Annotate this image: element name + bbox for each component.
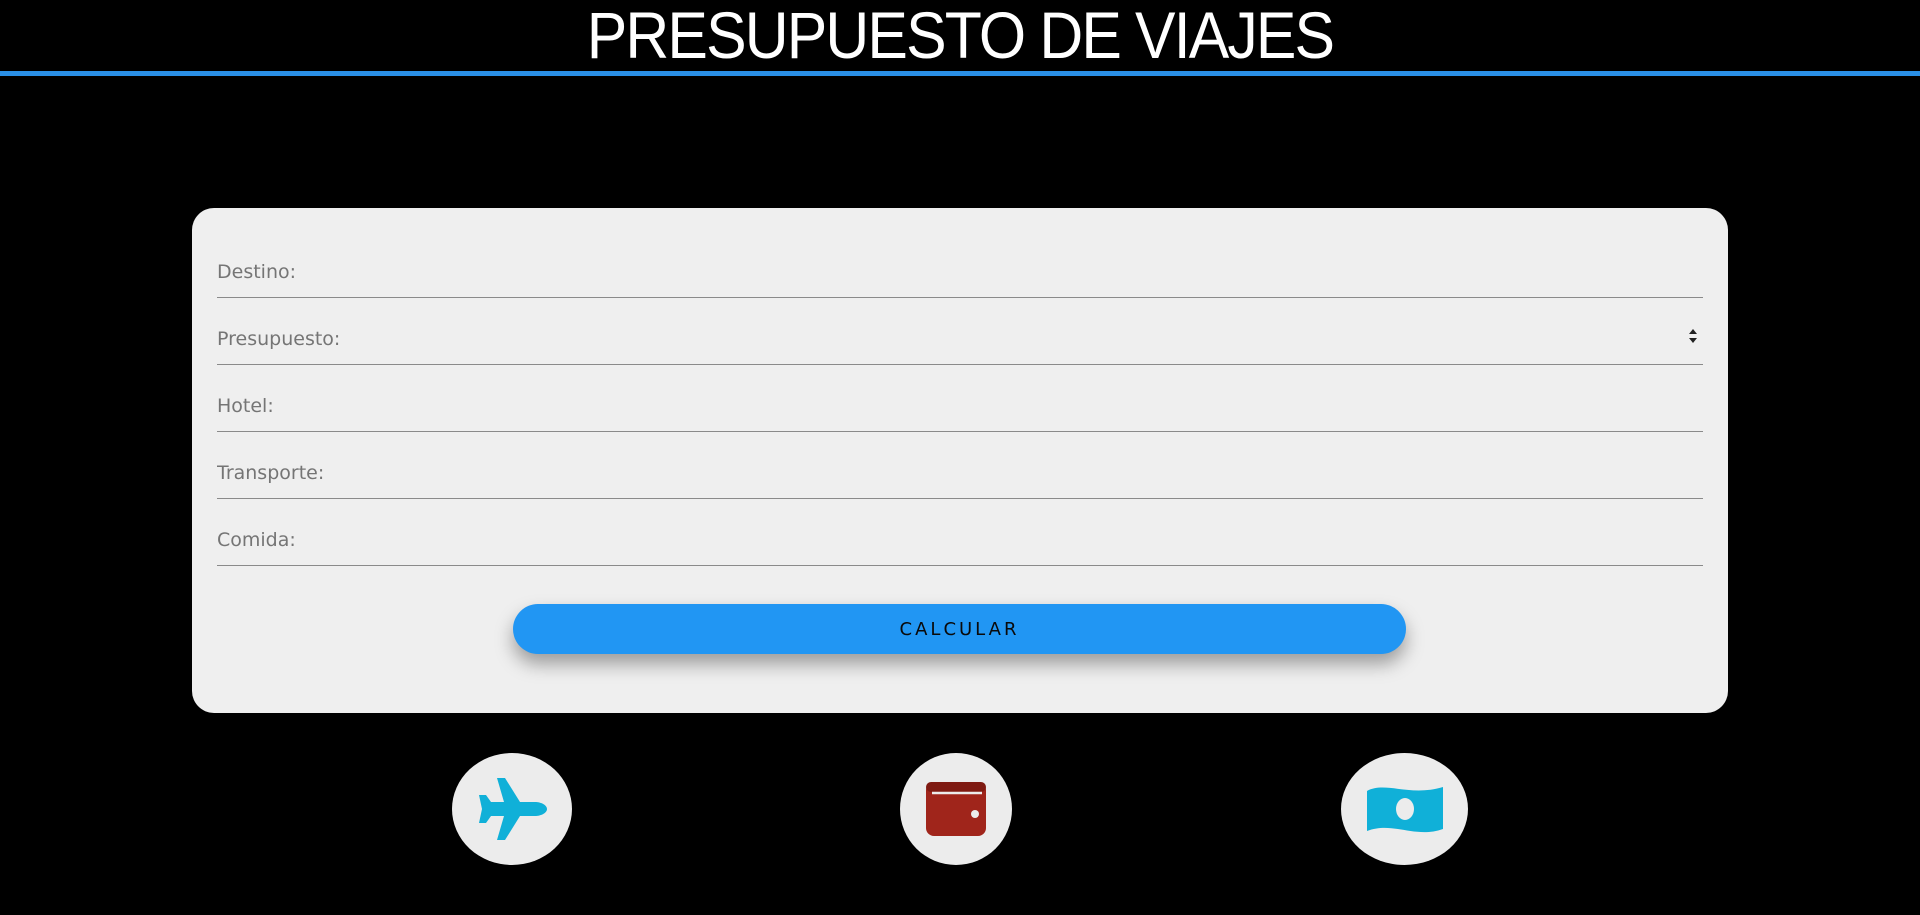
money-badge (1341, 753, 1468, 865)
budget-form: CALCULAR (192, 208, 1728, 713)
comida-input[interactable] (217, 525, 1703, 565)
calculate-button[interactable]: CALCULAR (513, 604, 1406, 654)
transporte-input[interactable] (217, 458, 1703, 498)
transporte-field (217, 431, 1703, 499)
hotel-field (217, 364, 1703, 432)
number-spinner-icon[interactable] (1687, 326, 1699, 346)
wallet-badge (900, 753, 1012, 865)
comida-field (217, 498, 1703, 566)
airplane-badge (452, 753, 572, 865)
destino-input[interactable] (217, 257, 1703, 297)
presupuesto-field (217, 297, 1703, 365)
money-bill-icon (1366, 787, 1443, 833)
page-title: PRESUPUESTO DE VIAJES (586, 0, 1335, 72)
wallet-icon (926, 782, 986, 836)
hotel-input[interactable] (217, 391, 1703, 431)
destino-field (217, 230, 1703, 298)
presupuesto-input[interactable] (217, 324, 1703, 364)
airplane-icon (479, 778, 547, 840)
page-header: PRESUPUESTO DE VIAJES (0, 0, 1920, 76)
